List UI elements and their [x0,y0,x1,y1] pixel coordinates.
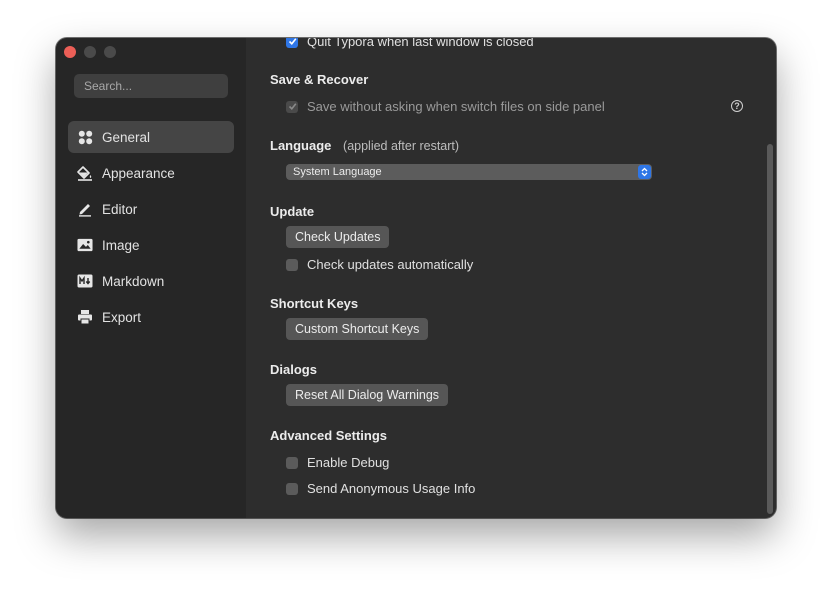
zoom-window-button[interactable] [104,46,116,58]
enable-debug-label: Enable Debug [307,455,390,470]
sidebar-nav: General Appearance Editor Image Markdown… [68,121,234,337]
sidebar-item-image[interactable]: Image [68,229,234,261]
sidebar-item-appearance[interactable]: Appearance [68,157,234,189]
auto-check-updates-option[interactable]: Check updates automatically [286,257,473,272]
auto-check-updates-checkbox[interactable] [286,258,298,271]
quit-on-close-option[interactable]: Quit Typora when last window is closed [286,38,534,49]
grid-icon [77,129,93,145]
language-title: Language [270,138,332,153]
language-note: (applied after restart) [343,139,460,153]
update-heading: Update [270,204,315,219]
markdown-icon [77,273,93,289]
sidebar-item-label: Export [102,309,142,325]
settings-panel: Quit Typora when last window is closed S… [246,38,776,518]
enable-debug-checkbox[interactable] [286,456,298,469]
usage-info-checkbox[interactable] [286,482,298,495]
quit-on-close-checkbox[interactable] [286,38,298,48]
sidebar-item-general[interactable]: General [68,121,234,153]
enable-debug-option[interactable]: Enable Debug [286,455,389,470]
scrollbar[interactable] [767,144,773,514]
search-input[interactable] [74,74,228,98]
dialogs-heading: Dialogs [270,362,317,377]
save-without-asking-checkbox [286,100,298,113]
language-selected-value: System Language [293,166,382,178]
custom-shortcut-keys-button[interactable]: Custom Shortcut Keys [286,318,429,340]
reset-dialog-warnings-button[interactable]: Reset All Dialog Warnings [286,384,449,406]
preferences-window: General Appearance [56,38,776,518]
sidebar-item-label: Image [102,237,140,253]
language-select[interactable]: System Language [286,164,652,180]
chevron-up-down-icon [638,165,651,179]
minimize-window-button[interactable] [84,46,96,58]
quit-on-close-label: Quit Typora when last window is closed [307,38,534,49]
check-updates-button[interactable]: Check Updates [286,226,390,248]
sidebar-item-label: Markdown [102,273,165,289]
sidebar-item-label: Appearance [102,165,175,181]
sidebar-item-markdown[interactable]: Markdown [68,265,234,297]
save-without-asking-option: Save without asking when switch files on… [286,99,605,114]
sidebar-item-label: General [102,129,151,145]
advanced-settings-heading: Advanced Settings [270,428,388,443]
window-controls [64,46,116,58]
printer-icon [77,309,93,325]
sidebar-item-label: Editor [102,201,138,217]
usage-info-option[interactable]: Send Anonymous Usage Info [286,481,475,496]
save-recover-heading: Save & Recover [270,72,369,87]
sidebar-item-editor[interactable]: Editor [68,193,234,225]
sidebar-item-export[interactable]: Export [68,301,234,333]
auto-check-updates-label: Check updates automatically [307,257,474,272]
image-icon [77,237,93,253]
paint-bucket-icon [77,165,93,181]
close-window-button[interactable] [64,46,76,58]
sidebar: General Appearance [56,38,246,518]
pencil-icon [77,201,93,217]
shortcut-keys-heading: Shortcut Keys [270,296,359,311]
save-without-asking-label: Save without asking when switch files on… [307,99,605,114]
language-heading: Language (applied after restart) [270,138,459,153]
usage-info-label: Send Anonymous Usage Info [307,481,476,496]
help-icon[interactable]: ? [731,100,743,112]
